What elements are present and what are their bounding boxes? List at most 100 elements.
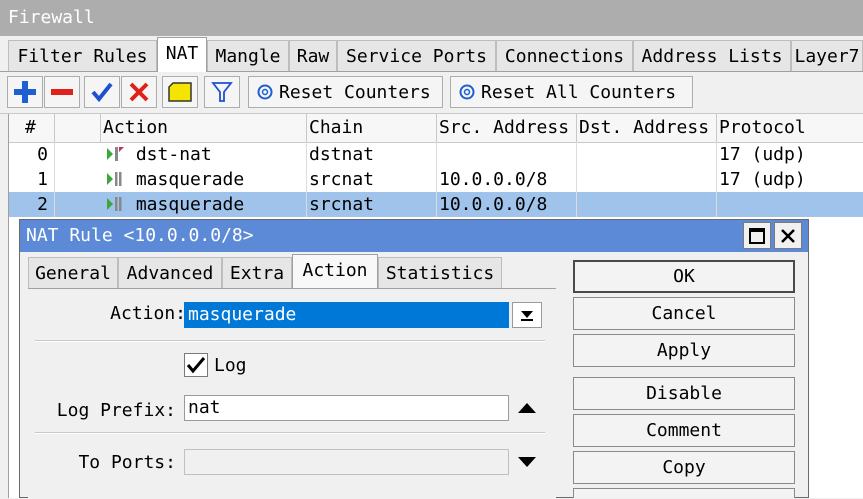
tab-advanced[interactable]: Advanced: [118, 257, 222, 289]
more-button-partial[interactable]: [573, 488, 795, 498]
row-number: 0: [9, 142, 55, 167]
remove-button[interactable]: [44, 76, 80, 108]
log-prefix-label: Log Prefix:: [56, 400, 176, 421]
row-chain: dstnat: [307, 142, 437, 167]
tab-address-lists[interactable]: Address Lists: [633, 40, 791, 71]
row-action-cell: masquerade: [101, 167, 307, 192]
row-dst-address: [577, 142, 717, 167]
tab-raw[interactable]: Raw: [289, 40, 337, 71]
nat-rule-dialog: NAT Rule <10.0.0.0/8> General Advanced E…: [19, 219, 809, 499]
row-icon-cell: [55, 142, 101, 167]
enable-check-icon: [91, 82, 113, 103]
column-header-dst-address[interactable]: Dst. Address: [577, 114, 717, 142]
row-src-address: 10.0.0.0/8: [437, 192, 577, 217]
tab-action[interactable]: Action: [292, 254, 378, 289]
arrow-down-icon: [518, 457, 536, 467]
dropdown-arrow-icon: [521, 311, 533, 321]
reset-all-counters-label: Reset All Counters: [481, 81, 677, 103]
table-row[interactable]: 1 masquerade srcnat 10.0.0.0/8 17 (udp): [9, 167, 863, 192]
disable-rule-button[interactable]: Disable: [573, 377, 795, 410]
column-header-protocol[interactable]: Protocol: [717, 114, 863, 142]
column-header-icon[interactable]: [55, 114, 101, 142]
row-action-cell: dst-nat: [101, 142, 307, 167]
tab-filter-rules[interactable]: Filter Rules: [8, 40, 157, 71]
table-header: # Action Chain Src. Address Dst. Address…: [9, 114, 863, 143]
row-src-address: 10.0.0.0/8: [437, 167, 577, 192]
row-icon-cell: [55, 167, 101, 192]
tab-statistics[interactable]: Statistics: [378, 257, 502, 289]
log-checkbox[interactable]: [184, 353, 208, 377]
masquerade-icon: [107, 197, 122, 211]
disable-button[interactable]: [121, 76, 157, 108]
row-protocol: 17 (udp): [719, 169, 806, 190]
close-button[interactable]: [774, 222, 802, 249]
filter-button[interactable]: [204, 76, 240, 108]
action-label: Action:: [110, 303, 186, 324]
enable-button[interactable]: [84, 76, 120, 108]
log-prefix-collapse-button[interactable]: [515, 398, 539, 418]
arrow-up-icon: [518, 403, 536, 413]
column-header-src-address[interactable]: Src. Address: [437, 114, 577, 142]
reset-icon: [257, 84, 273, 100]
remove-icon: [51, 89, 73, 95]
row-action: dst-nat: [135, 144, 212, 165]
tab-service-ports[interactable]: Service Ports: [337, 40, 496, 71]
row-chain: srcnat: [307, 167, 437, 192]
row-number: 2: [9, 192, 55, 217]
add-icon: [14, 81, 36, 103]
reset-icon: [459, 84, 475, 100]
tab-general[interactable]: General: [28, 257, 118, 289]
separator: [35, 340, 545, 342]
table-row[interactable]: 0 dst-nat dstnat 17 (udp): [9, 142, 863, 167]
row-action: masquerade: [135, 169, 245, 190]
tab-connections[interactable]: Connections: [496, 40, 633, 71]
tab-extra[interactable]: Extra: [222, 257, 292, 289]
row-number: 1: [9, 167, 55, 192]
row-chain: srcnat: [307, 192, 437, 217]
row-protocol: [717, 192, 863, 217]
action-select[interactable]: masquerade: [184, 302, 509, 328]
row-icon-cell: [55, 192, 101, 217]
log-prefix-input[interactable]: nat: [184, 395, 509, 421]
add-button[interactable]: [7, 76, 43, 108]
disable-x-icon: [129, 82, 149, 102]
action-tab-panel: Action: masquerade Log Log Prefix: nat T…: [28, 288, 556, 499]
log-label: Log: [214, 355, 247, 376]
row-dst-address: [577, 192, 717, 217]
dst-nat-icon: [107, 147, 124, 161]
tab-nat[interactable]: NAT: [157, 37, 207, 72]
comment-button[interactable]: [162, 76, 198, 108]
dialog-title: NAT Rule <10.0.0.0/8>: [26, 225, 254, 246]
to-ports-expand-button[interactable]: [515, 452, 539, 472]
ok-button[interactable]: OK: [573, 260, 795, 293]
tab-mangle[interactable]: Mangle: [207, 40, 289, 71]
maximize-icon: [749, 227, 765, 244]
row-protocol: 17 (udp): [719, 144, 806, 165]
toolbar: Reset Counters Reset All Counters: [0, 72, 863, 114]
cancel-button[interactable]: Cancel: [573, 297, 795, 330]
masquerade-icon: [107, 172, 122, 186]
row-action: masquerade: [135, 194, 245, 215]
filter-icon: [211, 82, 233, 102]
close-icon: [781, 228, 795, 243]
dialog-title-bar[interactable]: NAT Rule <10.0.0.0/8>: [20, 220, 808, 252]
column-header-chain[interactable]: Chain: [307, 114, 437, 142]
action-dropdown-button[interactable]: [512, 302, 542, 328]
reset-counters-label: Reset Counters: [279, 81, 431, 103]
column-header-action[interactable]: Action: [101, 114, 307, 142]
checkmark-icon: [186, 357, 206, 374]
column-header-number[interactable]: #: [9, 114, 55, 142]
apply-button[interactable]: Apply: [573, 334, 795, 367]
tab-layer7[interactable]: Layer7: [791, 40, 863, 71]
to-ports-input[interactable]: [184, 449, 509, 475]
comment-rule-button[interactable]: Comment: [573, 414, 795, 447]
separator: [35, 432, 545, 434]
reset-all-counters-button[interactable]: Reset All Counters: [450, 76, 693, 108]
row-dst-address: [577, 167, 717, 192]
maximize-button[interactable]: [743, 222, 771, 249]
copy-button[interactable]: Copy: [573, 451, 795, 484]
reset-counters-button[interactable]: Reset Counters: [248, 76, 443, 108]
table-row-selected[interactable]: 2 masquerade srcnat 10.0.0.0/8: [9, 192, 863, 217]
row-src-address: [437, 142, 577, 167]
to-ports-label: To Ports:: [78, 452, 176, 473]
